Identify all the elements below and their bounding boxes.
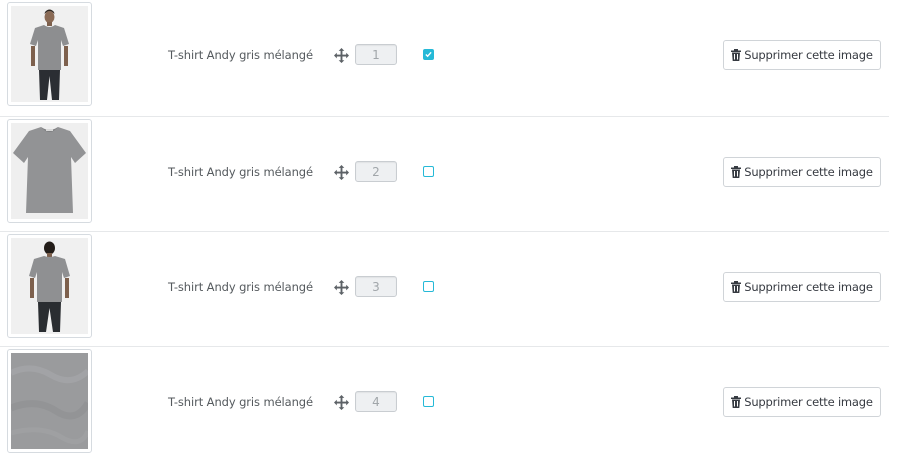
image-row: T-shirt Andy gris mélangé Supprimer cett… (0, 0, 889, 117)
back-model-photo (11, 238, 88, 334)
product-thumbnail[interactable] (7, 119, 92, 223)
delete-button-label: Supprimer cette image (744, 48, 873, 62)
cover-checkbox[interactable] (423, 166, 434, 177)
thumbnail-fabric-swatch (11, 353, 88, 449)
delete-button-label: Supprimer cette image (744, 280, 873, 294)
cover-checkbox[interactable] (423, 281, 434, 292)
move-arrows-icon[interactable] (334, 395, 349, 410)
delete-image-button[interactable]: Supprimer cette image (723, 387, 881, 417)
cover-checkbox[interactable] (423, 49, 434, 60)
cover-checkbox[interactable] (423, 396, 434, 407)
product-thumbnail[interactable] (7, 2, 92, 106)
delete-image-button[interactable]: Supprimer cette image (723, 272, 881, 302)
delete-image-button[interactable]: Supprimer cette image (723, 157, 881, 187)
product-thumbnail[interactable] (7, 234, 92, 338)
trash-icon (731, 166, 742, 178)
image-caption: T-shirt Andy gris mélangé (168, 395, 313, 409)
move-arrows-icon[interactable] (334, 48, 349, 63)
image-row: T-shirt Andy gris mélangé Supprimer cett… (0, 347, 889, 459)
thumbnail-flat-tshirt (11, 123, 88, 219)
position-input[interactable] (355, 391, 397, 412)
position-input[interactable] (355, 44, 397, 65)
image-caption: T-shirt Andy gris mélangé (168, 48, 313, 62)
move-arrows-icon[interactable] (334, 280, 349, 295)
trash-icon (731, 49, 742, 61)
image-row: T-shirt Andy gris mélangé Supprimer cett… (0, 117, 889, 232)
image-caption: T-shirt Andy gris mélangé (168, 280, 313, 294)
flat-tshirt-photo (11, 123, 88, 219)
delete-image-button[interactable]: Supprimer cette image (723, 40, 881, 70)
image-row: T-shirt Andy gris mélangé Supprimer cett… (0, 232, 889, 347)
thumbnail-front-model (11, 6, 88, 102)
delete-button-label: Supprimer cette image (744, 165, 873, 179)
check-icon (425, 51, 432, 58)
product-images-table: T-shirt Andy gris mélangé Supprimer cett… (0, 0, 889, 459)
move-arrows-icon[interactable] (334, 165, 349, 180)
thumbnail-back-model (11, 238, 88, 334)
image-caption: T-shirt Andy gris mélangé (168, 165, 313, 179)
fabric-swatch-photo (11, 353, 88, 449)
product-thumbnail[interactable] (7, 349, 92, 453)
position-input[interactable] (355, 161, 397, 182)
front-model-photo (11, 6, 88, 102)
trash-icon (731, 281, 742, 293)
position-input[interactable] (355, 276, 397, 297)
trash-icon (731, 396, 742, 408)
delete-button-label: Supprimer cette image (744, 395, 873, 409)
